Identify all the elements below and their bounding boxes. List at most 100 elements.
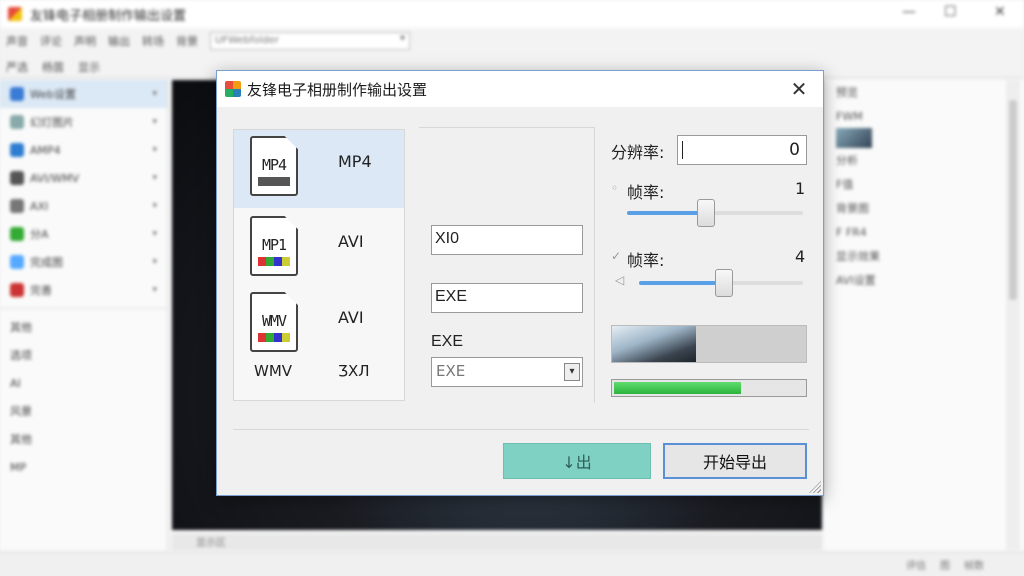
output-type-label: EXE [431,333,464,350]
menu-item[interactable]: 输出 [108,33,130,49]
dialog-titlebar: 友锋电子相册制作输出设置 ✕ [217,71,823,107]
start-export-button[interactable]: 开始导出 [663,443,807,479]
property-item[interactable]: 显示效果 [824,244,1024,268]
template-combo[interactable]: UFWebfolder [210,32,410,50]
file-icon-text: WMV [261,312,287,330]
format-caption: ƷXЛ [338,362,370,380]
sidebar-item-icon [10,87,24,101]
sidebar-item[interactable]: 完善 ▾ [0,276,167,304]
property-item[interactable]: F值 [824,172,1024,196]
chevron-down-icon[interactable]: ▾ [152,173,157,183]
chevron-down-icon[interactable]: ▾ [564,363,580,381]
chevron-down-icon[interactable]: ▾ [152,89,157,99]
app-logo-icon [225,81,241,97]
slider-fill [627,211,707,215]
menu-item[interactable]: 背景 [176,33,198,49]
resolution-label: 分辨率: [611,143,665,162]
menu-item[interactable]: 声音 [6,33,28,49]
sidebar-item[interactable]: AMP4 ▾ [0,136,167,164]
menu-item[interactable]: 声明 [74,33,96,49]
property-item[interactable]: FWM [824,104,1024,128]
format-item-mp4[interactable]: MP4 MP4 [234,130,404,208]
toolbar-item[interactable]: 严选 [6,59,28,75]
sidebar-item[interactable]: AXI ▾ [0,192,167,220]
resolution-input[interactable]: 0 [677,135,807,165]
footer-divider [233,429,809,430]
export-label: ↓出 [562,453,592,472]
sidebar-item-label: AMP4 [30,143,61,157]
output-name-field[interactable]: XI0 [431,225,583,255]
mp4-file-icon: MP4 [250,136,298,196]
property-item[interactable]: 分析 [824,148,1024,172]
sidebar-item[interactable]: AVI/WMV ▾ [0,164,167,192]
format-label: MP4 [338,152,372,171]
sidebar-item[interactable]: 风景 [0,397,167,425]
output-type-field[interactable]: EXE [431,283,583,313]
file-icon-strip [258,257,290,266]
framerate-value: 4 [795,247,806,266]
vertical-scrollbar[interactable] [1006,80,1020,550]
volume-icon: ◁ [615,273,625,287]
maximize-button[interactable]: ☐ [944,4,957,20]
file-icon-text: MP4 [261,156,287,174]
sidebar-item[interactable]: 其他 [0,425,167,453]
chevron-down-icon[interactable]: ▾ [152,285,157,295]
property-item[interactable]: 背景图 [824,196,1024,220]
menu-bar: 声音 评论 声明 输出 转场 背景 UFWebfolder [0,30,1024,52]
wmv-file-icon: WMV [250,292,298,352]
toolbar-item[interactable]: 杨茵 [42,59,64,75]
export-progress-bar [611,379,807,397]
sidebar-item[interactable]: Web设置 ▾ [0,80,167,108]
status-item: 图 [940,561,950,572]
sidebar-item[interactable]: 其他 [0,313,167,341]
sidebar-item-label: AVI/WMV [30,171,80,185]
export-button[interactable]: ↓出 [503,443,651,479]
settings-panel: 分辨率: 0 ◦ 帧率: 1 ✓ 帧率: 4 ◁ [611,127,811,403]
status-item: 评估 [906,561,926,572]
minimize-button[interactable]: — [902,4,916,20]
slider-thumb[interactable] [697,199,716,227]
format-label: AVI [338,308,364,327]
chevron-down-icon[interactable]: ▾ [152,229,157,239]
close-icon[interactable]: ✕ [785,75,813,103]
sidebar-item-icon [10,115,24,129]
sidebar-item[interactable]: MP [0,453,167,481]
sidebar-item-label: 完成图 [30,256,63,269]
sidebar-item[interactable]: 幻灯图片 ▾ [0,108,167,136]
menu-item[interactable]: 转场 [142,33,164,49]
sidebar-item-icon [10,283,24,297]
chevron-down-icon[interactable]: ▾ [152,201,157,211]
format-item-wmv[interactable]: WMV AVI [234,286,404,364]
framerate-label: 帧率: [627,251,665,270]
sidebar-item[interactable]: 选项 [0,341,167,369]
avi-file-icon: MP1 [250,216,298,276]
format-caption: WMV [254,362,293,380]
toolbar-item[interactable]: 显示 [78,59,100,75]
export-settings-dialog: 友锋电子相册制作输出设置 ✕ MP4 MP4 MP1 AVI WMV AVI W… [216,70,824,496]
framerate-value: 1 [795,179,806,198]
sidebar-item-icon [10,143,24,157]
property-item[interactable]: 预览 [824,80,1024,104]
chevron-down-icon[interactable]: ▾ [152,257,157,267]
horizontal-scrollbar[interactable]: 显示区 [172,534,822,550]
property-item[interactable]: AVI设置 [824,268,1024,292]
chevron-down-icon[interactable]: ▾ [152,145,157,155]
sidebar-item-icon [10,255,24,269]
format-item-avi[interactable]: MP1 AVI [234,210,404,288]
dialog-title: 友锋电子相册制作输出设置 [247,80,428,99]
sidebar-item[interactable]: AI [0,369,167,397]
resize-grip-icon[interactable] [809,481,821,493]
sidebar-item-label: 分A [30,228,49,241]
chevron-down-icon[interactable]: ▾ [152,117,157,127]
slider-fill [639,281,725,285]
main-window-title: 友锋电子相册制作输出设置 [30,8,187,24]
sidebar-item[interactable]: 分A ▾ [0,220,167,248]
slider-thumb[interactable] [715,269,734,297]
left-panel: Web设置 ▾ 幻灯图片 ▾ AMP4 ▾ AVI/WMV ▾ AXI ▾ 分A ▾ 完成图 ▾ 完善 ▾ 其他… [0,80,168,550]
property-item[interactable]: F FR4 [824,220,1024,244]
format-list: MP4 MP4 MP1 AVI WMV AVI WMV ƷXЛ [233,129,405,401]
output-type-select[interactable]: EXE ▾ [431,357,583,387]
sidebar-item[interactable]: 完成图 ▾ [0,248,167,276]
menu-item[interactable]: 评论 [40,33,62,49]
close-window-button[interactable]: ✕ [994,4,1006,20]
